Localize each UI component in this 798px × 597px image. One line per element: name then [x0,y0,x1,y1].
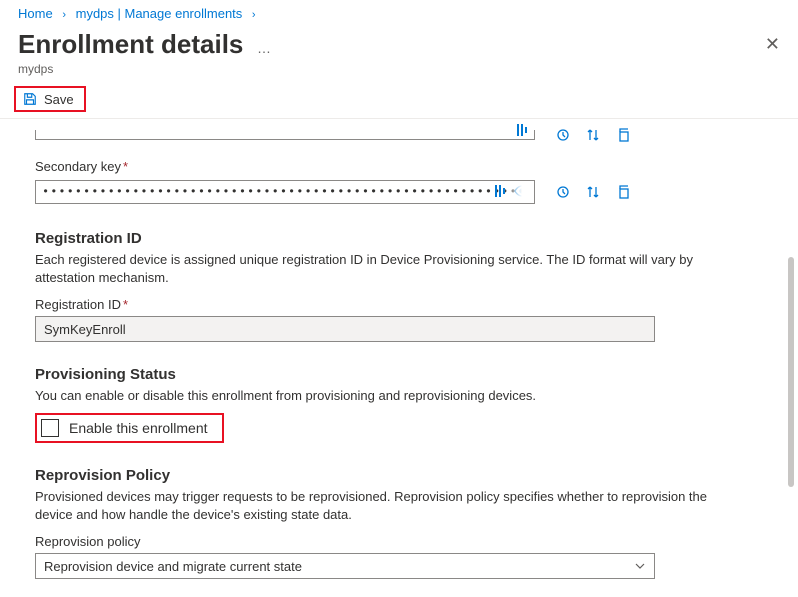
close-button[interactable]: ✕ [765,34,780,55]
chevron-right-icon: › [252,9,256,21]
save-label: Save [44,92,74,107]
reprovision-policy-value: Reprovision device and migrate current s… [44,559,302,574]
copy-icon[interactable] [615,127,631,143]
content-scroll: Secondary key* •••••••••••••••••••••••••… [0,119,784,597]
reprovision-heading: Reprovision Policy [35,467,760,484]
registration-desc: Each registered device is assigned uniqu… [35,251,735,287]
save-button[interactable]: Save [14,86,86,112]
chevron-right-icon: › [62,9,66,21]
scrollbar-thumb[interactable] [788,257,794,487]
breadcrumb-path[interactable]: mydps | Manage enrollments [76,6,243,21]
chevron-down-icon [634,560,646,572]
breadcrumb-home[interactable]: Home [18,6,53,21]
regenerate-icon[interactable] [555,184,571,200]
registration-heading: Registration ID [35,230,760,247]
generate-icon[interactable] [492,183,508,199]
registration-id-label: Registration ID* [35,297,760,312]
primary-key-input[interactable] [35,130,535,140]
breadcrumb: Home › mydps | Manage enrollments › [0,0,798,25]
enable-enrollment-checkbox[interactable]: Enable this enrollment [35,413,224,443]
more-actions-button[interactable]: … [257,40,273,56]
secondary-key-label: Secondary key* [35,159,760,174]
save-icon [22,91,38,107]
secondary-key-input[interactable]: ••••••••••••••••••••••••••••••••••••••••… [35,180,535,204]
enable-enrollment-label: Enable this enrollment [69,420,208,436]
reprovision-policy-select[interactable]: Reprovision device and migrate current s… [35,553,655,579]
regenerate-icon[interactable] [555,127,571,143]
provisioning-desc: You can enable or disable this enrollmen… [35,387,735,405]
registration-id-input[interactable] [35,316,655,342]
swap-icon[interactable] [585,127,601,143]
copy-icon[interactable] [615,184,631,200]
show-icon[interactable] [514,183,530,199]
reprovision-desc: Provisioned devices may trigger requests… [35,488,735,524]
swap-icon[interactable] [585,184,601,200]
checkbox-icon [41,419,59,437]
reprovision-policy-label: Reprovision policy [35,534,760,549]
generate-icon[interactable] [514,122,530,138]
page-title: Enrollment details [18,29,243,60]
toolbar: Save [0,84,798,119]
provisioning-heading: Provisioning Status [35,366,760,383]
page-subtitle: mydps [0,60,798,84]
